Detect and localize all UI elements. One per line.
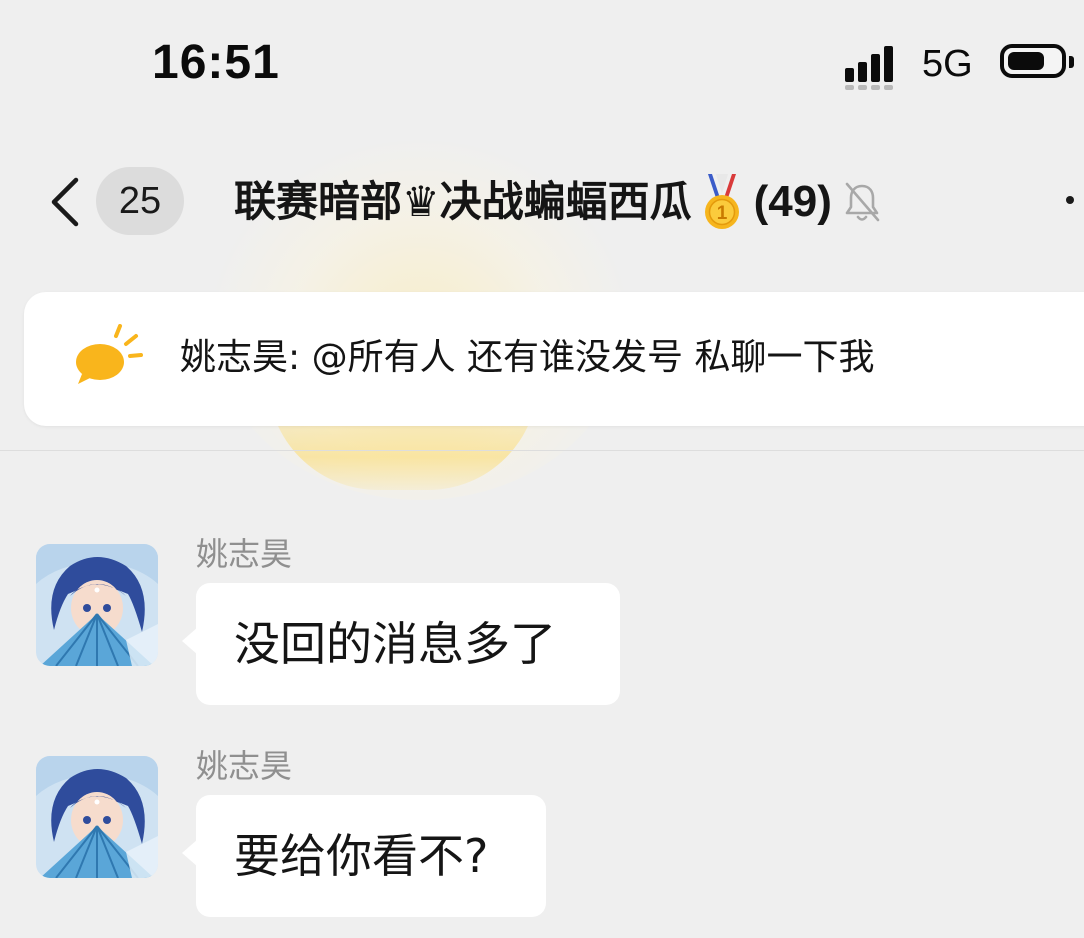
chat-title[interactable]: 联赛暗部♛决战蝙蝠西瓜 1 (49) bbox=[234, 172, 882, 232]
more-options-icon[interactable] bbox=[1066, 196, 1074, 204]
speech-bubble-icon bbox=[76, 324, 143, 384]
battery-icon bbox=[1000, 44, 1074, 78]
status-time: 16:51 bbox=[152, 36, 280, 89]
group-name: 联赛暗部♛决战蝙蝠西瓜 bbox=[234, 177, 692, 226]
unread-count-badge[interactable]: 25 bbox=[96, 167, 184, 235]
avatar[interactable] bbox=[36, 544, 158, 666]
cellular-signal-icon bbox=[845, 40, 909, 90]
group-announcement-banner[interactable]: 姚志昊: @所有人 还有谁没发号 私聊一下我 bbox=[24, 292, 1084, 426]
sender-name: 姚志昊 bbox=[196, 535, 293, 573]
back-chevron-icon[interactable] bbox=[46, 176, 86, 228]
message-text: 要给你看不? bbox=[234, 829, 489, 883]
announcement-text: 姚志昊: @所有人 还有谁没发号 私聊一下我 bbox=[180, 337, 875, 378]
bell-off-icon bbox=[845, 182, 880, 222]
network-type: 5G bbox=[922, 43, 973, 85]
message-text: 没回的消息多了 bbox=[234, 617, 556, 671]
member-count: (49) bbox=[753, 177, 832, 226]
svg-text:1: 1 bbox=[716, 203, 727, 224]
sender-name: 姚志昊 bbox=[196, 747, 293, 785]
gold-medal-1-icon: 1 bbox=[704, 174, 739, 229]
battery-level bbox=[1008, 52, 1044, 70]
avatar[interactable] bbox=[36, 756, 158, 878]
message-bubble[interactable]: 要给你看不? bbox=[182, 795, 546, 917]
header-divider bbox=[0, 450, 1084, 451]
message-bubble[interactable]: 没回的消息多了 bbox=[182, 583, 620, 705]
